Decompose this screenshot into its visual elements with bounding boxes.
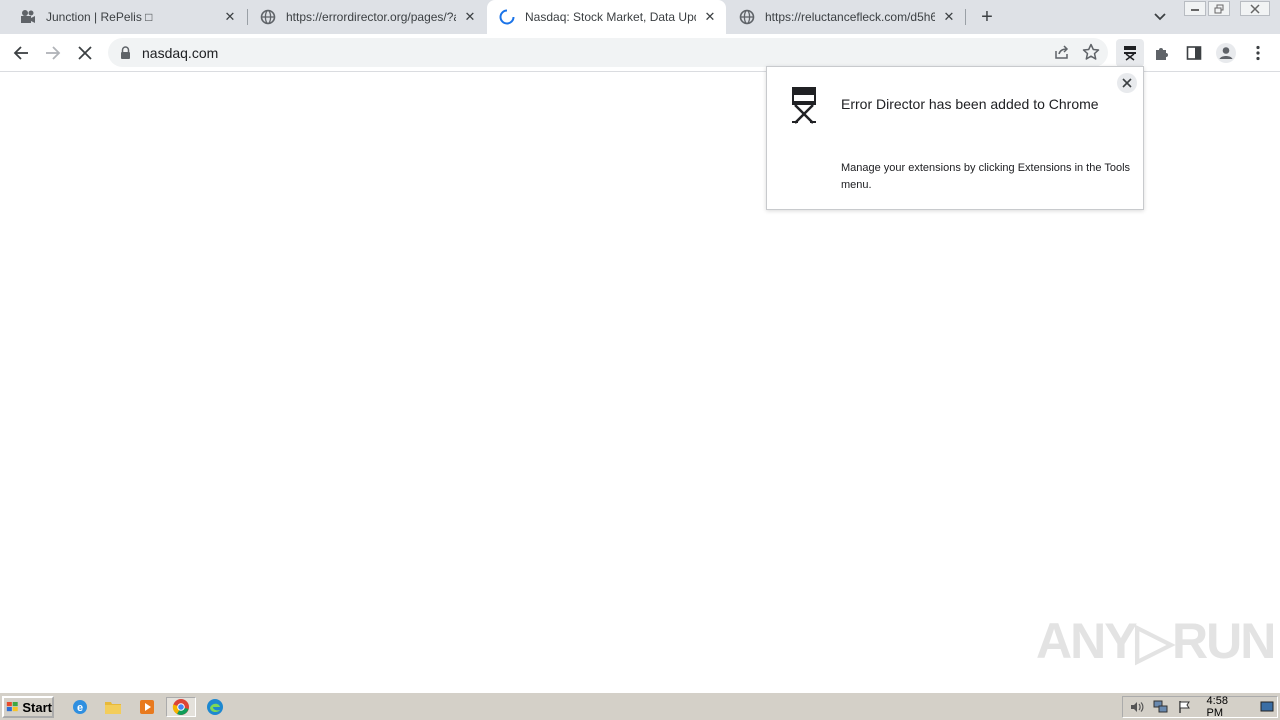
anyrun-watermark: ANY▷RUN [1036, 613, 1276, 669]
tab-search-button[interactable] [1150, 8, 1170, 26]
tab-title: Nasdaq: Stock Market, Data Update [525, 10, 696, 24]
back-button[interactable] [6, 38, 36, 68]
lock-icon [120, 46, 132, 60]
arrow-right-icon [46, 46, 61, 60]
volume-icon[interactable] [1127, 699, 1147, 715]
start-label: Start [22, 699, 52, 715]
address-bar[interactable]: nasdaq.com [108, 38, 1108, 67]
close-tab-icon[interactable]: ✕ [462, 9, 478, 25]
movie-camera-icon [20, 9, 36, 25]
bookmark-star-icon[interactable] [1082, 43, 1100, 66]
close-tab-icon[interactable]: ✕ [702, 9, 718, 25]
bubble-body: Manage your extensions by clicking Exten… [841, 162, 1131, 191]
close-icon [1250, 3, 1260, 14]
chrome-taskbar-button[interactable] [166, 697, 196, 717]
tab-title: https://errordirector.org/pages/?a= [286, 10, 456, 24]
action-center-flag-icon[interactable] [1175, 699, 1195, 715]
menu-button[interactable] [1243, 38, 1273, 68]
tab-nasdaq[interactable]: Nasdaq: Stock Market, Data Update ✕ [487, 0, 726, 34]
globe-icon [739, 9, 755, 25]
side-panel-button[interactable] [1179, 38, 1209, 68]
close-window-button[interactable] [1240, 1, 1270, 16]
media-player-icon [140, 700, 154, 714]
tab-reluctancefleck[interactable]: https://reluctancefleck.com/d5h653 ✕ [727, 0, 965, 34]
show-desktop-icon[interactable] [1257, 699, 1277, 715]
tab-strip: Junction | RePelis □ ✕ https://errordire… [0, 0, 1280, 34]
globe-icon [260, 9, 276, 25]
taskbar-clock[interactable]: 4:58 PM [1207, 695, 1248, 719]
chevron-down-icon [1154, 13, 1166, 21]
tab-title: Junction | RePelis □ [46, 10, 153, 24]
kebab-menu-icon [1256, 45, 1260, 61]
internet-explorer-launcher[interactable]: e [69, 697, 91, 717]
error-director-extension-button[interactable] [1116, 39, 1144, 67]
windows-logo-icon [6, 701, 18, 712]
windows-taskbar: Start e 4:58 PM [0, 692, 1280, 720]
share-icon[interactable] [1054, 44, 1070, 65]
file-explorer-launcher[interactable] [102, 697, 124, 717]
avatar-icon [1216, 43, 1236, 63]
minimize-button[interactable] [1184, 1, 1206, 16]
minimize-icon [1191, 8, 1199, 11]
tab-errordirector[interactable]: https://errordirector.org/pages/?a= ✕ [248, 0, 486, 34]
media-player-launcher[interactable] [136, 697, 158, 717]
close-tab-icon[interactable]: ✕ [941, 9, 957, 25]
close-icon [1122, 78, 1132, 88]
forward-button[interactable] [38, 38, 68, 68]
arrow-left-icon [13, 46, 28, 60]
network-icon[interactable] [1151, 699, 1171, 715]
close-bubble-button[interactable] [1117, 73, 1137, 93]
tab-title: https://reluctancefleck.com/d5h653 [765, 10, 935, 24]
edge-icon [207, 699, 223, 715]
close-icon [78, 46, 92, 60]
director-chair-icon [789, 85, 819, 125]
restore-button[interactable] [1208, 1, 1230, 16]
tab-junction[interactable]: Junction | RePelis □ ✕ [8, 0, 246, 34]
url-text[interactable]: nasdaq.com [142, 45, 218, 61]
stop-loading-button[interactable] [70, 38, 100, 68]
director-chair-icon [1124, 46, 1136, 61]
new-tab-button[interactable]: + [975, 6, 999, 28]
svg-text:e: e [77, 702, 83, 714]
folder-icon [105, 702, 121, 714]
edge-launcher[interactable] [204, 697, 226, 717]
puzzle-piece-icon [1156, 48, 1168, 60]
start-button[interactable]: Start [2, 696, 54, 718]
profile-button[interactable] [1211, 38, 1241, 68]
extension-installed-bubble: Error Director has been added to Chrome … [766, 66, 1144, 210]
internet-explorer-icon: e [73, 700, 87, 714]
chrome-icon [172, 699, 189, 715]
loading-spinner-icon [499, 9, 515, 25]
close-tab-icon[interactable]: ✕ [222, 9, 238, 25]
bubble-heading: Error Director has been added to Chrome [841, 96, 1099, 112]
restore-icon [1214, 4, 1224, 13]
tab-separator [965, 9, 966, 25]
side-panel-icon [1186, 46, 1202, 60]
extensions-button[interactable] [1147, 38, 1177, 68]
system-tray: 4:58 PM [1122, 695, 1278, 719]
